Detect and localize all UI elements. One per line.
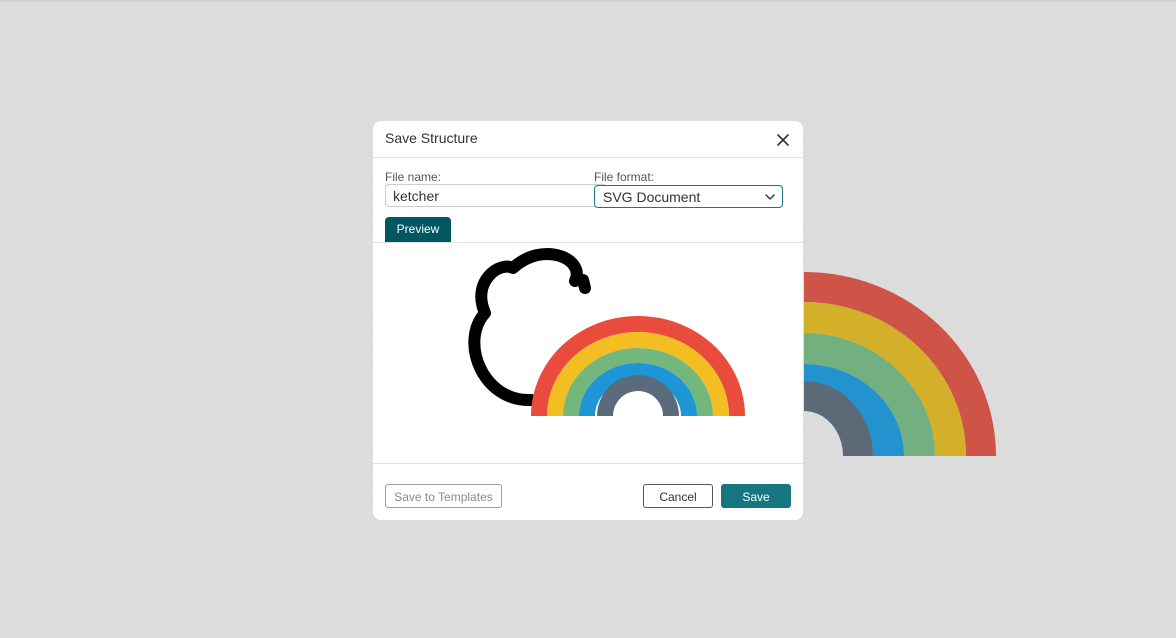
tab-preview[interactable]: Preview — [385, 217, 451, 242]
save-button[interactable]: Save — [721, 484, 791, 508]
footer-divider — [373, 463, 803, 464]
preview-area — [373, 243, 803, 463]
dialog-header: Save Structure — [373, 121, 803, 158]
file-format-label: File format: — [594, 170, 655, 184]
dialog-title: Save Structure — [385, 130, 478, 146]
close-button[interactable] — [773, 130, 793, 150]
file-name-input[interactable] — [385, 184, 605, 207]
close-icon — [777, 134, 789, 146]
rainbow-image — [531, 316, 745, 416]
file-format-select[interactable]: SVG Document — [594, 185, 783, 208]
preview-image — [468, 248, 745, 416]
chevron-down-icon — [765, 194, 775, 200]
cancel-button[interactable]: Cancel — [643, 484, 713, 508]
file-format-value: SVG Document — [603, 189, 701, 205]
save-structure-dialog: Save Structure File name: File format: S… — [373, 121, 803, 520]
file-name-label: File name: — [385, 170, 442, 184]
save-to-templates-button[interactable]: Save to Templates — [385, 484, 502, 508]
